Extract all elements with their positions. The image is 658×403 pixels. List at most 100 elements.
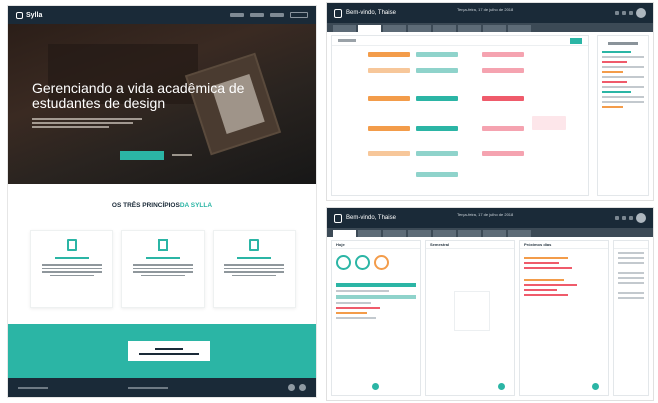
event-block[interactable] — [416, 96, 458, 101]
principle-card-2 — [121, 230, 205, 308]
tab-6[interactable] — [458, 230, 481, 237]
settings-icon[interactable] — [615, 11, 619, 15]
tab-6[interactable] — [458, 25, 481, 32]
event-block[interactable] — [416, 68, 458, 73]
tab-7[interactable] — [483, 230, 506, 237]
principle-card-3 — [212, 230, 296, 308]
calendar-sidebar — [597, 35, 649, 196]
app-header: Bem-vindo, Thaise Terça-feira, 17 de jul… — [327, 3, 653, 23]
event-block[interactable] — [368, 96, 410, 101]
app-tabs — [327, 23, 653, 32]
social-icon-2[interactable] — [299, 384, 306, 391]
hero-cta-button[interactable] — [120, 151, 164, 160]
event-block[interactable] — [368, 68, 410, 73]
landing-brand: Sylla — [26, 11, 43, 19]
tab-4[interactable] — [408, 230, 431, 237]
today-progress — [336, 283, 416, 287]
app-welcome: Bem-vindo, Thaise — [346, 10, 396, 16]
event-block[interactable] — [482, 151, 524, 156]
settings-icon[interactable] — [615, 216, 619, 220]
principles-cards — [30, 230, 296, 308]
landing-logo[interactable]: Sylla — [16, 11, 43, 19]
event-block[interactable] — [416, 126, 458, 131]
dashboard-app-window: Bem-vindo, Thaise Terça-feira, 17 de jul… — [327, 208, 653, 400]
tab-8[interactable] — [508, 230, 531, 237]
add-fab[interactable] — [498, 383, 505, 390]
principles-title-main: OS TRÊS PRINCÍPIOS — [111, 202, 180, 209]
avatar[interactable] — [636, 8, 646, 18]
event-block[interactable] — [368, 126, 410, 131]
panel-today-title: Hoje — [336, 242, 345, 247]
event-block[interactable] — [482, 96, 524, 101]
app-header-2: Bem-vindo, Thaise Terça-feira, 17 de jul… — [327, 208, 653, 228]
book-icon — [66, 239, 77, 251]
stat-circle — [355, 255, 370, 270]
tab-5[interactable] — [433, 230, 456, 237]
event-block[interactable] — [368, 52, 410, 57]
panel-right-sidebar — [613, 240, 649, 396]
app-tabs-2 — [327, 228, 653, 237]
event-block[interactable] — [416, 172, 458, 177]
weekly-calendar — [331, 35, 589, 196]
cta-signup-box[interactable] — [128, 341, 210, 361]
stat-circle — [374, 255, 389, 270]
owl-icon — [334, 213, 342, 223]
nav-link-3[interactable] — [270, 13, 284, 17]
principles-title-suffix: DA SYLLA — [179, 202, 213, 209]
landing-footer — [8, 378, 316, 397]
panel-next-days-title: Próximos dias — [524, 242, 552, 247]
app-logo[interactable]: Bem-vindo, Thaise — [334, 8, 396, 18]
event-block[interactable] — [416, 151, 458, 156]
app-date: Terça-feira, 17 de julho de 2018 — [457, 7, 513, 12]
event-block[interactable] — [368, 151, 410, 156]
event-block[interactable] — [482, 126, 524, 131]
app-welcome-2: Bem-vindo, Thaise — [346, 215, 396, 221]
event-detail-popover[interactable] — [532, 116, 566, 130]
app-logo-2[interactable]: Bem-vindo, Thaise — [334, 213, 396, 223]
tab-4[interactable] — [408, 25, 431, 32]
tab-7[interactable] — [483, 25, 506, 32]
tab-5[interactable] — [433, 25, 456, 32]
tab-1[interactable] — [333, 25, 356, 32]
add-fab[interactable] — [592, 383, 599, 390]
event-block[interactable] — [482, 68, 524, 73]
principle-card-1 — [30, 230, 114, 308]
app-date-2: Terça-feira, 17 de julho de 2018 — [457, 212, 513, 217]
search-icon[interactable] — [629, 11, 633, 15]
nav-link-1[interactable] — [230, 13, 244, 17]
calendar-add-button[interactable] — [570, 37, 582, 44]
calendar-app-window: Bem-vindo, Thaise Terça-feira, 17 de jul… — [327, 3, 653, 200]
calendar-icon — [249, 239, 260, 251]
nav-login-button[interactable] — [290, 12, 308, 18]
semester-empty-state — [454, 291, 490, 331]
event-block[interactable] — [482, 52, 524, 57]
landing-navbar: Sylla — [8, 6, 316, 24]
event-block[interactable] — [416, 52, 458, 57]
avatar[interactable] — [636, 213, 646, 223]
notifications-icon[interactable] — [622, 11, 626, 15]
app-date-line-2: Terça-feira, 17 de julho de 2018 — [457, 212, 514, 217]
search-icon[interactable] — [629, 216, 633, 220]
tab-3[interactable] — [383, 230, 406, 237]
notifications-icon[interactable] — [622, 216, 626, 220]
panel-semester-title: Semestral — [430, 242, 450, 247]
panel-today: Hoje — [331, 240, 421, 396]
hero-title: Gerenciando a vida acadêmica de estudant… — [32, 80, 245, 111]
footer-links[interactable] — [128, 386, 168, 389]
nav-link-2[interactable] — [250, 13, 264, 17]
logo-icon — [16, 11, 23, 19]
tab-3[interactable] — [383, 25, 406, 32]
hero-secondary-link[interactable] — [172, 154, 192, 156]
tab-8[interactable] — [508, 25, 531, 32]
add-fab[interactable] — [372, 383, 379, 390]
app-date-line: Terça-feira, 17 de julho de 2018 — [457, 7, 514, 12]
stat-circle — [336, 255, 351, 270]
calendar-month-label — [338, 39, 356, 42]
calendar-header — [332, 36, 588, 46]
tab-2[interactable] — [358, 230, 381, 237]
hero-subtitle — [32, 118, 142, 130]
social-icon-1[interactable] — [288, 384, 295, 391]
tab-1[interactable] — [333, 230, 356, 237]
principles-title: OS TRÊS PRINCÍPIOSDA SYLLA — [8, 202, 316, 209]
tab-2[interactable] — [358, 25, 381, 32]
